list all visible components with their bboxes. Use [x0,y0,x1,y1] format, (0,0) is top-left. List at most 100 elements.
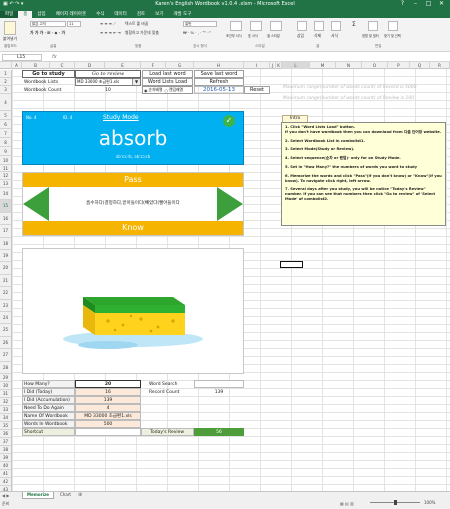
column-header-c[interactable]: C [50,62,75,69]
row-header-22[interactable]: 22 [0,287,12,300]
reset-button[interactable]: Reset [244,86,270,94]
align-top-icons[interactable]: ≡ ≡ ≡ ⟋ [100,21,116,26]
select-all-corner[interactable] [0,62,12,69]
sort-filter-icon[interactable] [368,21,378,31]
tab-page-layout[interactable]: 페이지 레이아웃 [51,11,91,18]
font-name-select[interactable]: 맑은 고딕 [30,21,66,27]
wordbook-combobox[interactable]: MD 33000 초급편1.xls ▼ [75,78,141,86]
how-many-input[interactable]: 20 [75,380,141,388]
row-header-15[interactable]: 15 [0,200,12,213]
active-cell-l15[interactable] [280,261,303,268]
row-header-25[interactable]: 25 [0,324,12,337]
row-header-10[interactable]: 10 [0,156,12,165]
minimize-button[interactable]: – [409,0,422,7]
row-header-9[interactable]: 9 [0,147,12,156]
column-header-q[interactable]: Q [410,62,430,69]
row-header-33[interactable]: 33 [0,406,12,414]
row-header-40[interactable]: 40 [0,462,12,470]
combobox-arrow-icon[interactable]: ▼ [132,79,140,85]
sheet-tab-chart[interactable]: Chart [56,492,75,499]
column-header-a[interactable]: A [12,62,22,69]
row-header-7[interactable]: 7 [0,129,12,138]
column-header-l[interactable]: L [282,62,310,69]
row-header-39[interactable]: 39 [0,454,12,462]
shortcut-input[interactable] [75,428,141,436]
maximize-button[interactable]: □ [422,0,435,7]
number-format-icons[interactable]: ₩ · % · , · ⁺⁰ ⁻⁰ [183,30,211,35]
column-header-g[interactable]: G [166,62,194,69]
number-format-select[interactable]: 일반 [183,21,217,27]
column-header-i[interactable]: I [244,62,270,69]
column-header-d[interactable]: D [75,62,105,69]
column-header-o[interactable]: O [362,62,388,69]
fx-icon[interactable]: fx [52,54,57,60]
load-last-word-button[interactable]: Load last word [142,70,193,78]
row-header-3[interactable]: 3 [0,86,12,94]
row-header-8[interactable]: 8 [0,138,12,147]
sheet-tab-memorize[interactable]: Memorize [22,492,54,499]
column-header-f[interactable]: F [141,62,166,69]
word-search-input[interactable] [194,380,244,388]
left-arrow-icon[interactable] [23,187,49,221]
column-header-b[interactable]: B [22,62,50,69]
view-buttons[interactable]: ▦ ▤ ▥ [340,501,354,506]
go-to-study-button[interactable]: Go to study [22,70,75,78]
align-bottom-icons[interactable]: ≡ ≡ ≡ ⇤ ⇥ [100,30,121,35]
row-header-2[interactable]: 2 [0,78,12,86]
row-header-28[interactable]: 28 [0,361,12,374]
column-header-n[interactable]: N [336,62,362,69]
tab-insert[interactable]: 삽입 [32,11,50,18]
tab-developer[interactable]: 개발 도구 [168,11,196,18]
row-header-31[interactable]: 31 [0,390,12,398]
radio-random-label[interactable]: 랜덤배열 [169,87,183,93]
row-header-13[interactable]: 13 [0,180,12,188]
row-header-14[interactable]: 14 [0,188,12,201]
save-last-word-button[interactable]: Save last word [194,70,244,78]
row-header-4[interactable]: 4 [0,94,12,111]
row-header-38[interactable]: 38 [0,446,12,454]
name-box[interactable]: L15 [2,54,42,61]
row-header-29[interactable]: 29 [0,374,12,382]
right-arrow-icon[interactable] [217,187,243,221]
row-header-20[interactable]: 20 [0,262,12,275]
row-header-27[interactable]: 27 [0,349,12,362]
font-size-select[interactable]: 11 [67,21,81,27]
delete-cells-icon[interactable] [314,21,324,31]
row-header-12[interactable]: 12 [0,172,12,180]
go-to-review-button[interactable]: Go to review [75,70,141,78]
column-header-r[interactable]: R [430,62,450,69]
pass-button[interactable]: Pass [23,173,243,187]
row-header-5[interactable]: 5 [0,111,12,120]
sum-icon[interactable]: Σ [352,21,356,28]
column-header-p[interactable]: P [388,62,410,69]
sheet-nav-icons[interactable]: ◀ ▶ [2,493,9,498]
cell-style-icon[interactable] [270,21,282,31]
row-header-30[interactable]: 30 [0,382,12,390]
tab-formulas[interactable]: 수식 [91,11,109,18]
tab-review[interactable]: 검토 [132,11,150,18]
tab-view[interactable]: 보기 [150,11,168,18]
new-sheet-icon[interactable]: ⊕ [78,492,82,498]
row-header-42[interactable]: 42 [0,478,12,486]
row-header-21[interactable]: 21 [0,274,12,288]
find-select-icon[interactable] [388,21,398,31]
tab-home[interactable]: 홈 [18,11,33,18]
row-header-32[interactable]: 32 [0,398,12,406]
conditional-format-icon[interactable] [230,21,242,31]
insert-cells-icon[interactable] [297,21,307,31]
zoom-thumb[interactable] [394,500,397,505]
tab-data[interactable]: 데이터 [109,11,131,18]
radio-sequential-icon[interactable]: ◉ [144,88,148,93]
table-format-icon[interactable] [250,21,262,31]
row-header-26[interactable]: 26 [0,336,12,350]
row-header-1[interactable]: 1 [0,70,12,78]
help-icon[interactable]: ? [396,0,409,7]
close-button[interactable]: ✕ [435,0,448,7]
radio-sequential-label[interactable]: 순차배열 [149,87,163,93]
radio-random-icon[interactable]: ○ [164,88,168,93]
column-header-h[interactable]: H [194,62,244,69]
tab-file[interactable]: 파일 [0,11,19,18]
row-header-16[interactable]: 16 [0,212,12,226]
row-header-19[interactable]: 19 [0,250,12,263]
row-header-36[interactable]: 36 [0,430,12,438]
